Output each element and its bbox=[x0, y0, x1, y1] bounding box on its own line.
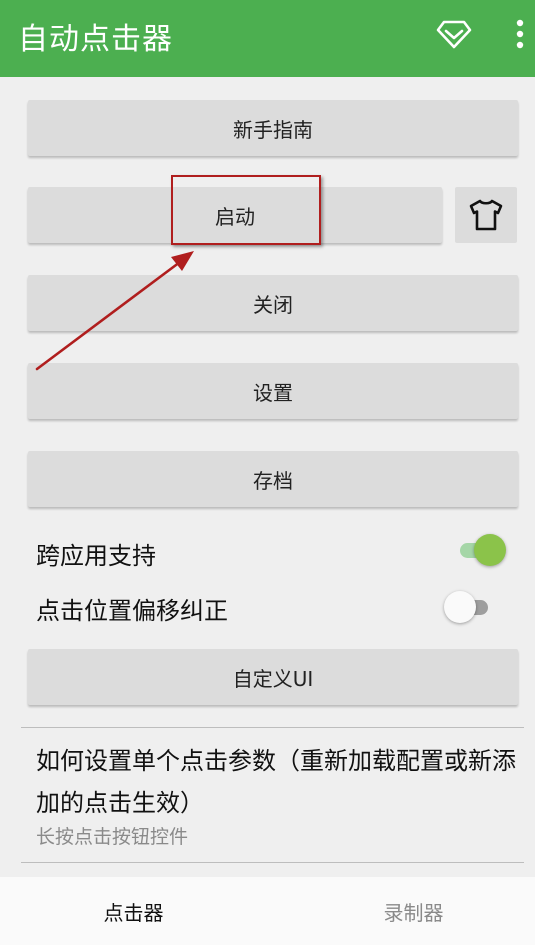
divider bbox=[21, 727, 524, 728]
help-subtitle: 长按点击按钮控件 bbox=[36, 826, 189, 848]
guide-button-label: 新手指南 bbox=[233, 117, 313, 142]
help-title[interactable]: 如何设置单个点击参数（重新加载配置或新添加的点击生效） bbox=[36, 740, 526, 824]
more-vert-icon[interactable] bbox=[508, 19, 532, 49]
offset-correction-label: 点击位置偏移纠正 bbox=[36, 597, 228, 625]
switch-thumb bbox=[474, 534, 506, 566]
stop-button[interactable]: 关闭 bbox=[28, 275, 518, 331]
guide-button[interactable]: 新手指南 bbox=[28, 100, 518, 156]
app-bar: 自动点击器 bbox=[0, 0, 535, 77]
tab-recorder-label: 录制器 bbox=[383, 900, 444, 925]
divider bbox=[21, 862, 524, 863]
cross-app-support-switch[interactable] bbox=[456, 532, 506, 568]
custom-ui-button-label: 自定义UI bbox=[232, 666, 314, 691]
tab-clicker-label: 点击器 bbox=[103, 900, 164, 925]
start-button[interactable]: 启动 bbox=[28, 187, 442, 243]
save-button[interactable]: 存档 bbox=[28, 451, 518, 507]
start-button-label: 启动 bbox=[215, 204, 255, 229]
settings-button-label: 设置 bbox=[253, 380, 293, 405]
app-root: 自动点击器 新手指南 启动 关闭 设置 存档 跨应用支持 点击位置偏移纠正 自定… bbox=[0, 0, 535, 945]
save-button-label: 存档 bbox=[253, 468, 293, 493]
cross-app-support-label: 跨应用支持 bbox=[36, 542, 156, 570]
tab-clicker[interactable]: 点击器 bbox=[0, 877, 267, 945]
bottom-nav: 点击器 录制器 bbox=[0, 877, 535, 945]
tshirt-icon bbox=[469, 199, 503, 231]
skin-button[interactable] bbox=[455, 187, 517, 243]
custom-ui-button[interactable]: 自定义UI bbox=[28, 649, 518, 705]
app-title: 自动点击器 bbox=[18, 22, 173, 57]
settings-button[interactable]: 设置 bbox=[28, 363, 518, 419]
offset-correction-switch[interactable] bbox=[444, 589, 494, 625]
stop-button-label: 关闭 bbox=[253, 292, 293, 317]
gem-icon[interactable] bbox=[436, 18, 472, 50]
switch-thumb bbox=[444, 591, 476, 623]
tab-recorder[interactable]: 录制器 bbox=[280, 877, 535, 945]
